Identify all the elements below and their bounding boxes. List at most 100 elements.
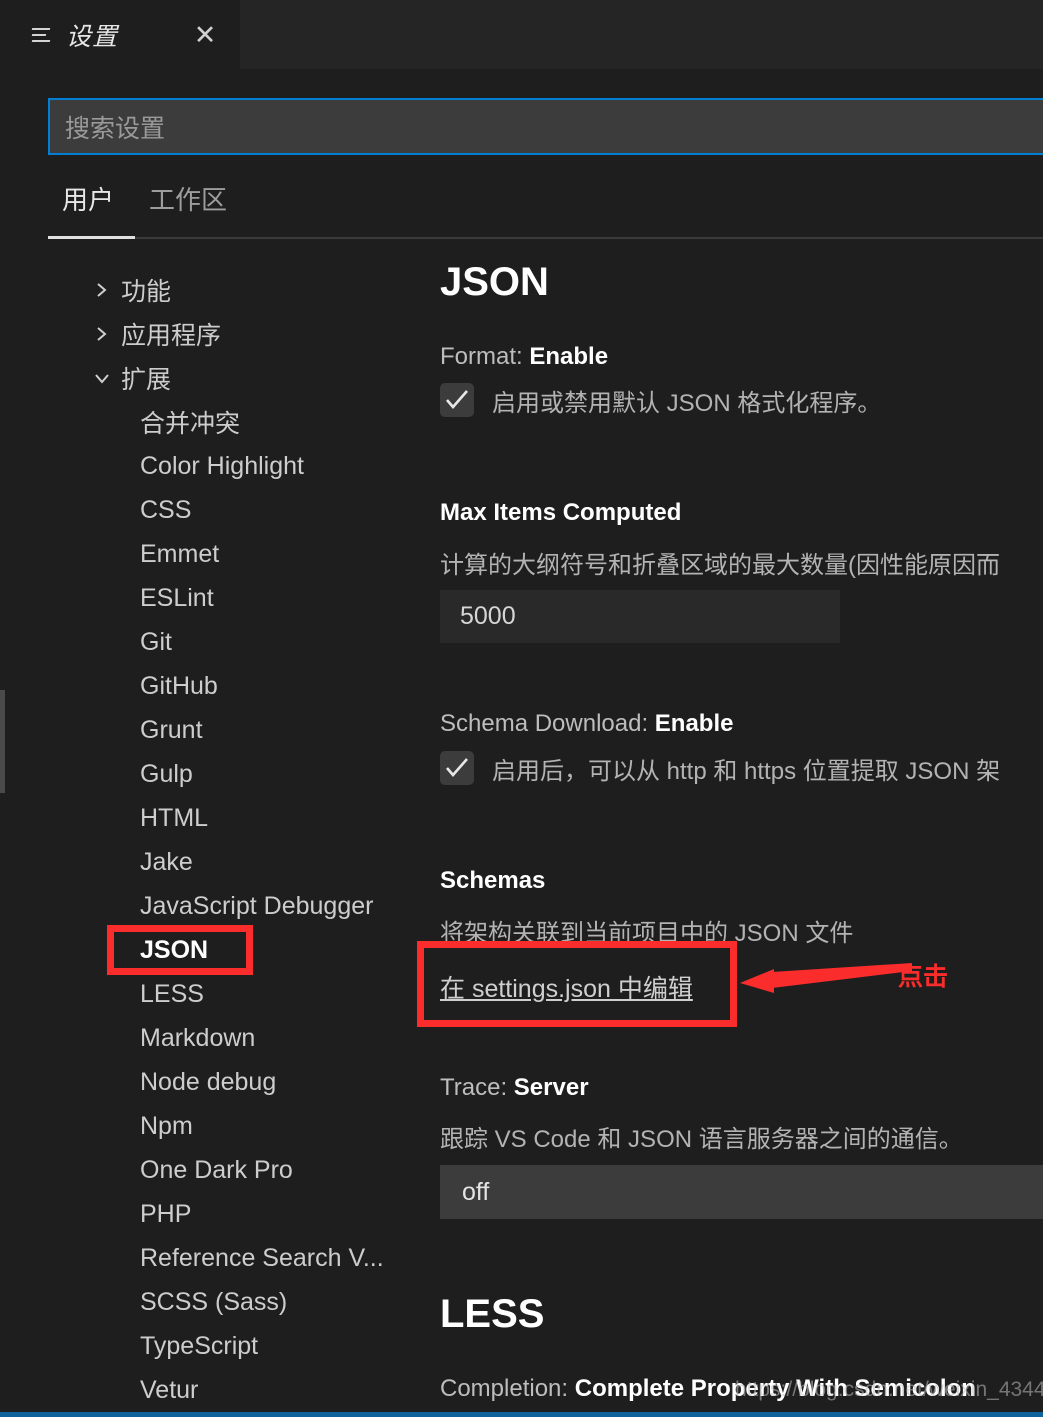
settings-tree-sidebar[interactable]: 功能应用程序扩展合并冲突 Color Highlight CSS Emmet ESLin… bbox=[0, 250, 430, 1417]
editor-tab-bar: 设置 ✕ bbox=[0, 0, 1043, 69]
sidebar-item-label: JSON bbox=[140, 935, 209, 964]
sidebar-item-label: JavaScript Debugger bbox=[140, 891, 374, 920]
sidebar-item-label: SCSS (Sass) bbox=[140, 1287, 288, 1316]
sidebar-item-one-dark-pro[interactable]: One Dark Pro bbox=[0, 1148, 430, 1192]
active-tab-indicator bbox=[48, 236, 135, 239]
chevron-right-icon[interactable] bbox=[92, 280, 112, 300]
sidebar-item-label: 应用程序 bbox=[121, 322, 222, 350]
setting-key-name: Enable bbox=[654, 710, 734, 737]
sidebar-item-npm[interactable]: Npm bbox=[0, 1104, 430, 1148]
setting-desc-trace-server: 跟踪 VS Code 和 JSON 语言服务器之间的通信。 bbox=[440, 1126, 963, 1153]
setting-key-name: Server bbox=[513, 1074, 589, 1101]
tab-settings-label: 设置 bbox=[66, 22, 119, 51]
setting-key-schema-download-enable: Schema Download: Enable bbox=[440, 710, 733, 738]
setting-key-prefix: Completion: bbox=[440, 1375, 575, 1402]
sidebar-item-php[interactable]: PHP bbox=[0, 1192, 430, 1236]
sidebar-item-typescript[interactable]: TypeScript bbox=[0, 1324, 430, 1368]
sidebar-item-color-highlight[interactable]: Color Highlight bbox=[0, 444, 430, 488]
tab-workspace[interactable]: 工作区 bbox=[149, 180, 227, 217]
setting-key-prefix: Trace: bbox=[440, 1074, 514, 1101]
setting-desc-max-items-computed: 计算的大纲符号和折叠区域的最大数量(因性能原因而 bbox=[440, 552, 1000, 579]
setting-key-prefix: Schema Download: bbox=[440, 710, 655, 737]
sidebar-item-label: 合并冲突 bbox=[140, 410, 241, 438]
setting-key-name: Max Items Computed bbox=[440, 499, 682, 526]
sidebar-scrollbar[interactable] bbox=[0, 690, 5, 793]
checkbox-schema-download-enable[interactable] bbox=[440, 751, 474, 785]
sidebar-item-[interactable]: 扩展 bbox=[0, 356, 430, 400]
input-max-items-computed[interactable]: 5000 bbox=[440, 590, 840, 643]
sidebar-item-label: Jake bbox=[140, 847, 193, 876]
status-bar-strip bbox=[0, 1412, 1043, 1417]
check-icon bbox=[446, 758, 468, 777]
sidebar-item-label: One Dark Pro bbox=[140, 1155, 293, 1184]
chevron-right-icon[interactable] bbox=[92, 324, 112, 344]
check-icon bbox=[446, 390, 468, 409]
sidebar-item-css[interactable]: CSS bbox=[0, 488, 430, 532]
sidebar-item-label: CSS bbox=[140, 495, 192, 524]
sidebar-item-label: 功能 bbox=[121, 278, 172, 306]
setting-key-name: Enable bbox=[529, 343, 609, 370]
search-input[interactable]: 搜索设置 bbox=[48, 98, 1043, 155]
sidebar-item-json[interactable]: JSON bbox=[0, 928, 430, 972]
tab-user[interactable]: 用户 bbox=[62, 180, 114, 217]
sidebar-item-label: PHP bbox=[140, 1199, 192, 1228]
close-icon[interactable]: ✕ bbox=[190, 20, 220, 50]
sidebar-item-reference-search-v[interactable]: Reference Search V... bbox=[0, 1236, 430, 1280]
dropdown-trace-server[interactable]: off bbox=[440, 1165, 1043, 1219]
sidebar-item-jake[interactable]: Jake bbox=[0, 840, 430, 884]
sidebar-item-markdown[interactable]: Markdown bbox=[0, 1016, 430, 1060]
sidebar-item-[interactable]: 功能 bbox=[0, 268, 430, 312]
sidebar-item-label: Node debug bbox=[140, 1067, 277, 1096]
sidebar-item-javascript-debugger[interactable]: JavaScript Debugger bbox=[0, 884, 430, 928]
setting-desc-schemas: 将架构关联到当前项目中的 JSON 文件 bbox=[440, 920, 854, 947]
sidebar-item-label: Git bbox=[140, 627, 172, 656]
sidebar-item-label: LESS bbox=[140, 979, 204, 1008]
sidebar-item-label: Npm bbox=[140, 1111, 193, 1140]
checkbox-format-enable[interactable] bbox=[440, 383, 474, 417]
setting-key-name: Schemas bbox=[440, 867, 546, 894]
link-edit-in-settings-json[interactable]: 在 settings.json 中编辑 bbox=[440, 969, 693, 1005]
sidebar-item-label: Markdown bbox=[140, 1023, 256, 1052]
sidebar-item-git[interactable]: Git bbox=[0, 620, 430, 664]
setting-desc-schema-download-enable: 启用后，可以从 http 和 https 位置提取 JSON 架 bbox=[492, 758, 1001, 785]
sidebar-item-label: Vetur bbox=[140, 1375, 199, 1404]
settings-scope-tabs: 用户 工作区 bbox=[48, 180, 1043, 245]
setting-key-schemas: Schemas bbox=[440, 867, 545, 895]
setting-desc-format-enable: 启用或禁用默认 JSON 格式化程序。 bbox=[492, 390, 882, 417]
sidebar-item-label: ESLint bbox=[140, 583, 214, 612]
setting-key-name: Complete Property With Semicolon bbox=[574, 1375, 976, 1402]
tab-bar-empty-area bbox=[240, 0, 1043, 69]
sidebar-item-label: 扩展 bbox=[121, 366, 172, 394]
sidebar-item-vetur[interactable]: Vetur bbox=[0, 1368, 430, 1412]
section-heading-less: LESS bbox=[440, 1292, 545, 1336]
setting-key-format-enable: Format: Enable bbox=[440, 343, 608, 371]
sidebar-item-less[interactable]: LESS bbox=[0, 972, 430, 1016]
sidebar-item-gulp[interactable]: Gulp bbox=[0, 752, 430, 796]
sidebar-item-github[interactable]: GitHub bbox=[0, 664, 430, 708]
settings-detail-pane: JSON Format: Enable 启用或禁用默认 JSON 格式化程序。 … bbox=[430, 250, 1043, 1417]
setting-key-prefix: Format: bbox=[440, 343, 530, 370]
sidebar-item-label: GitHub bbox=[140, 671, 218, 700]
search-placeholder: 搜索设置 bbox=[65, 114, 166, 143]
sidebar-item-grunt[interactable]: Grunt bbox=[0, 708, 430, 752]
sidebar-item-label: HTML bbox=[140, 803, 209, 832]
sidebar-item-label: Gulp bbox=[140, 759, 193, 788]
chevron-down-icon[interactable] bbox=[92, 368, 112, 388]
scope-tabs-divider bbox=[48, 237, 1043, 239]
setting-key-less-completion: Completion: Complete Property With Semic… bbox=[440, 1375, 976, 1403]
sidebar-item-[interactable]: 合并冲突 bbox=[0, 400, 430, 444]
sidebar-item-label: Emmet bbox=[140, 539, 220, 568]
section-heading-json: JSON bbox=[440, 260, 549, 304]
sidebar-item-eslint[interactable]: ESLint bbox=[0, 576, 430, 620]
sidebar-item-label: TypeScript bbox=[140, 1331, 259, 1360]
setting-key-max-items-computed: Max Items Computed bbox=[440, 499, 681, 527]
sidebar-item-label: Grunt bbox=[140, 715, 203, 744]
sidebar-item-emmet[interactable]: Emmet bbox=[0, 532, 430, 576]
sidebar-item-scss-sass[interactable]: SCSS (Sass) bbox=[0, 1280, 430, 1324]
sidebar-item-[interactable]: 应用程序 bbox=[0, 312, 430, 356]
settings-lines-icon bbox=[30, 25, 56, 45]
sidebar-item-html[interactable]: HTML bbox=[0, 796, 430, 840]
sidebar-item-label: Color Highlight bbox=[140, 451, 304, 480]
sidebar-item-label: Reference Search V... bbox=[140, 1243, 384, 1272]
sidebar-item-node-debug[interactable]: Node debug bbox=[0, 1060, 430, 1104]
